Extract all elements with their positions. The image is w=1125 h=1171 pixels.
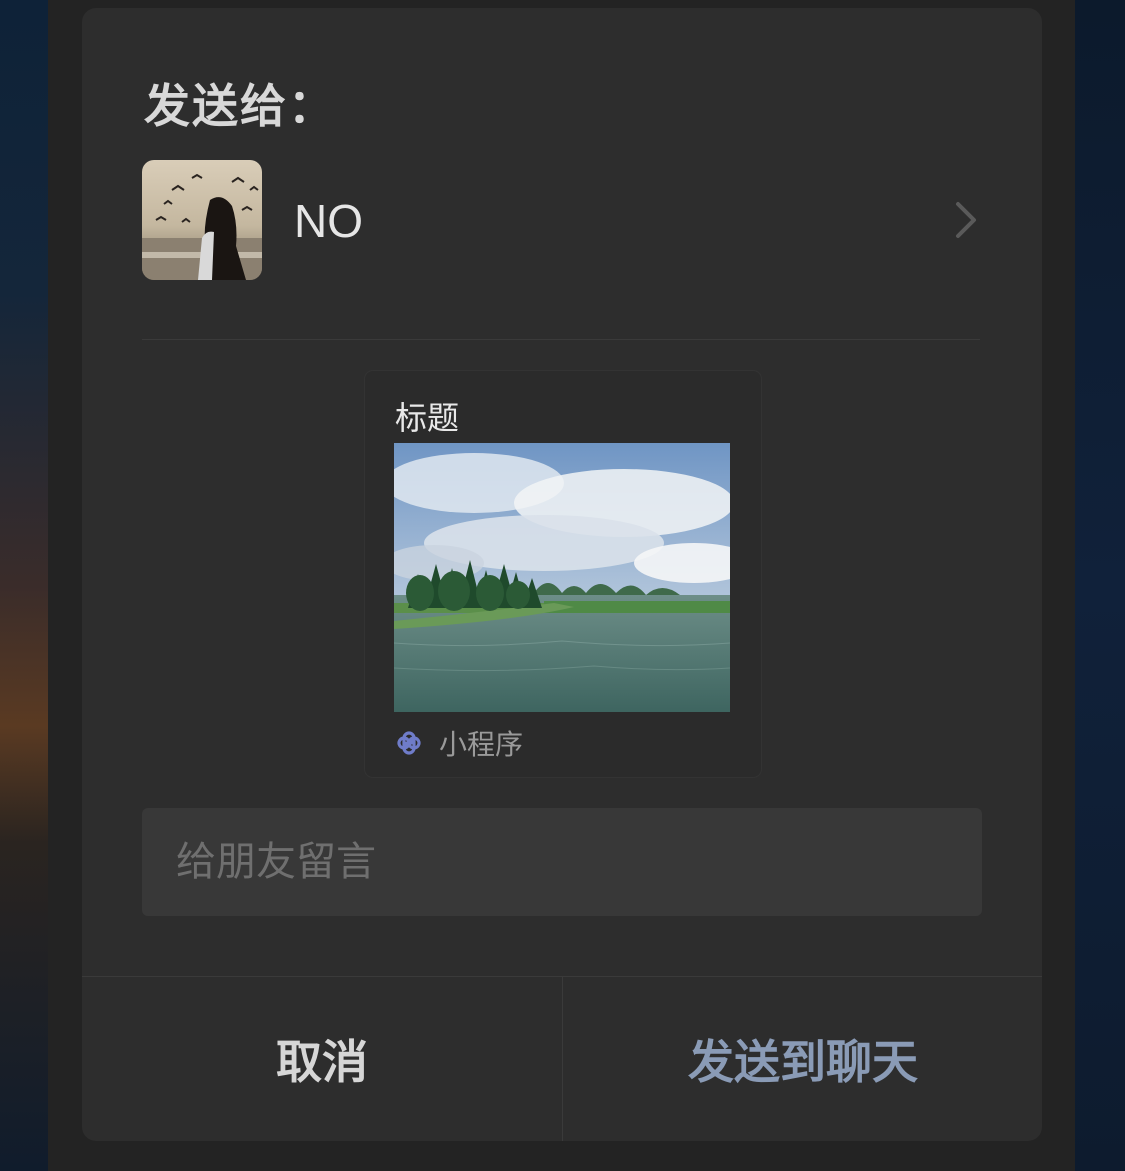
send-to-chat-button[interactable]: 发送到聊天 <box>563 977 1042 1141</box>
share-dialog: 发送给： NO 标题 小程序 给朋友留言 取消 发送到聊天 <box>82 8 1042 1141</box>
divider <box>142 339 980 340</box>
message-input[interactable] <box>142 808 982 916</box>
background-left-edge <box>0 0 48 1171</box>
card-title: 标题 <box>395 399 460 437</box>
mini-program-icon <box>397 731 421 755</box>
background-right-edge <box>1075 0 1125 1171</box>
card-footer: 小程序 <box>393 723 523 763</box>
card-footer-label: 小程序 <box>439 728 524 761</box>
mini-program-card: 标题 小程序 <box>365 371 761 777</box>
card-image <box>394 443 730 712</box>
dialog-title: 发送给： <box>144 79 336 133</box>
cancel-button[interactable]: 取消 <box>82 977 562 1141</box>
avatar <box>142 160 262 280</box>
recipient-row[interactable]: NO <box>142 158 980 280</box>
recipient-name: NO <box>294 195 363 247</box>
chevron-right-icon <box>956 202 976 238</box>
